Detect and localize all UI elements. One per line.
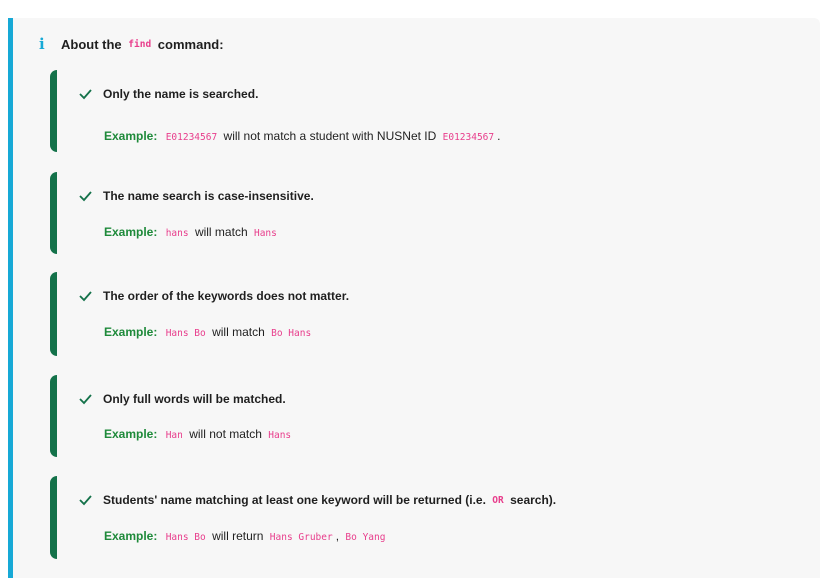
tip-example: Example: Hans Bo will return Hans Gruber… [104, 529, 388, 543]
tip-box: The order of the keywords does not matte… [50, 272, 810, 356]
tip-example: Example: hans will match Hans [104, 225, 280, 239]
tip-title-text: The order of the keywords does not matte… [103, 289, 350, 303]
tip-title: Students' name matching at least one key… [79, 493, 556, 507]
example-text: will return [212, 529, 264, 543]
example-label: Example: [104, 225, 158, 239]
example-code: Hans Bo [165, 328, 206, 339]
check-icon [79, 191, 92, 202]
example-code: Han [165, 430, 183, 441]
tip-title-text: Only full words will be matched. [103, 392, 286, 406]
tip-title-text: Only the name is searched. [103, 87, 259, 101]
tip-title-text: The name search is case-insensitive. [103, 189, 314, 203]
tip-box: Students' name matching at least one key… [50, 476, 810, 559]
example-label: Example: [104, 129, 158, 143]
example-text: will not match a student with NUSNet ID [223, 129, 437, 143]
info-header-command: find [128, 38, 152, 50]
check-icon [79, 394, 92, 405]
tip-title: The order of the keywords does not matte… [79, 289, 349, 303]
tip-title-text: Students' name matching at least one key… [103, 493, 486, 507]
example-code: Hans Gruber [269, 532, 333, 543]
example-text: , [335, 529, 340, 543]
example-label: Example: [104, 529, 158, 543]
example-text: will match [194, 225, 248, 239]
example-text: will match [212, 325, 265, 339]
info-icon: i [39, 35, 45, 53]
tip-example: Example: Hans Bo will match Bo Hans [104, 325, 314, 339]
check-icon [79, 495, 92, 506]
tip-example: Example: Han will not match Hans [104, 427, 294, 441]
tip-title: The name search is case-insensitive. [79, 189, 314, 203]
example-label: Example: [104, 427, 158, 441]
example-code: E01234567 [165, 132, 218, 143]
check-icon [79, 291, 92, 302]
example-text: will not match [189, 427, 262, 441]
example-code: Hans Bo [165, 532, 206, 543]
info-header: i About the find command: [39, 35, 224, 53]
example-code: Hans [253, 228, 277, 239]
tip-box: Only full words will be matched. Example… [50, 375, 810, 457]
tip-box: The name search is case-insensitive. Exa… [50, 172, 810, 254]
tip-title: Only full words will be matched. [79, 392, 286, 406]
example-code: Bo Hans [271, 328, 312, 339]
example-code: Hans [268, 430, 292, 441]
example-label: Example: [104, 325, 158, 339]
example-code: Bo Yang [345, 532, 386, 543]
tip-title-text: search). [510, 493, 557, 507]
example-code: E01234567 [442, 132, 495, 143]
example-code: hans [165, 228, 189, 239]
tip-box: Only the name is searched. Example: E012… [50, 70, 810, 152]
check-icon [79, 89, 92, 100]
tip-example: Example: E01234567 will not match a stud… [104, 129, 500, 143]
tip-title-code: OR [492, 494, 504, 506]
info-header-suffix: command: [157, 36, 224, 52]
info-header-prefix: About the [61, 36, 122, 52]
example-text: . [497, 129, 501, 143]
tip-title: Only the name is searched. [79, 87, 258, 101]
